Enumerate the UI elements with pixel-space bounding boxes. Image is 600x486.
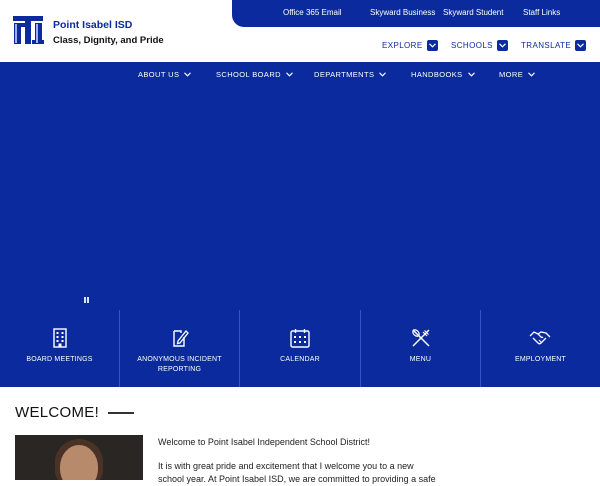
util-link-staff-links[interactable]: Staff Links xyxy=(523,8,560,17)
utility-bar: Office 365 Email Skyward Business Skywar… xyxy=(232,0,600,27)
nav-more[interactable]: MORE xyxy=(499,70,535,79)
district-name[interactable]: Point Isabel ISD xyxy=(53,19,132,31)
chevron-down-icon xyxy=(286,72,293,77)
handshake-icon xyxy=(529,331,551,345)
quick-link-board-meetings[interactable]: BOARD MEETINGS xyxy=(0,310,119,387)
translate-label: TRANSLATE xyxy=(521,40,572,50)
district-tagline: Class, Dignity, and Pride xyxy=(53,35,164,46)
utensils-icon xyxy=(412,329,430,347)
heading-divider xyxy=(108,412,134,414)
nav-school-board[interactable]: SCHOOL BOARD xyxy=(216,70,293,79)
nav-departments[interactable]: DEPARTMENTS xyxy=(314,70,387,79)
chevron-down-icon xyxy=(379,72,387,77)
chevron-down-icon xyxy=(575,39,587,51)
chevron-down-icon xyxy=(426,39,438,51)
quick-link-label: EMPLOYMENT xyxy=(514,356,566,363)
quick-link-label: MENU xyxy=(409,356,432,363)
chevron-down-icon xyxy=(184,72,192,77)
nav-handbooks[interactable]: HANDBOOKS xyxy=(411,70,475,79)
chevron-down-icon xyxy=(496,39,508,51)
util-link-skyward-business[interactable]: Skyward Business xyxy=(370,8,435,17)
quick-link-anonymous-reporting[interactable]: ANONYMOUS INCIDENT REPORTING xyxy=(120,310,239,387)
nav-about-us[interactable]: ABOUT US xyxy=(138,70,192,79)
schools-dropdown[interactable]: SCHOOLS xyxy=(451,39,508,51)
util-link-office365[interactable]: Office 365 Email xyxy=(283,8,342,17)
nav-departments-label: DEPARTMENTS xyxy=(314,70,375,79)
welcome-text-intro: Welcome to Point Isabel Independent Scho… xyxy=(158,437,370,447)
calendar-icon xyxy=(290,329,310,348)
nav-more-label: MORE xyxy=(499,70,524,79)
schools-label: SCHOOLS xyxy=(451,40,493,50)
nav-school-board-label: SCHOOL BOARD xyxy=(216,70,281,79)
quick-link-label: CALENDAR xyxy=(280,356,320,363)
welcome-text-line-1: It is with great pride and excitement th… xyxy=(158,461,414,471)
pause-icon-bar xyxy=(87,297,89,303)
edit-document-icon xyxy=(173,330,189,347)
explore-dropdown[interactable]: EXPLORE xyxy=(382,39,438,51)
quick-link-calendar[interactable]: CALENDAR xyxy=(240,310,360,387)
superintendent-photo xyxy=(15,435,143,480)
quick-link-employment[interactable]: EMPLOYMENT xyxy=(481,310,600,387)
util-link-skyward-student[interactable]: Skyward Student xyxy=(443,8,503,17)
translate-dropdown[interactable]: TRANSLATE xyxy=(521,39,587,51)
chevron-down-icon xyxy=(528,72,535,77)
building-icon xyxy=(53,328,67,348)
nav-handbooks-label: HANDBOOKS xyxy=(411,70,463,79)
quick-links-bar: BOARD MEETINGS ANONYMOUS INCIDENT REPORT… xyxy=(0,310,600,387)
nav-about-us-label: ABOUT US xyxy=(138,70,180,79)
quick-link-label: BOARD MEETINGS xyxy=(26,356,93,363)
slideshow-pause-button[interactable] xyxy=(84,297,90,303)
welcome-heading: WELCOME! xyxy=(15,404,100,421)
hero-banner xyxy=(0,88,600,310)
explore-label: EXPLORE xyxy=(382,40,423,50)
quick-link-menu[interactable]: MENU xyxy=(361,310,480,387)
site-header: Point Isabel ISD Class, Dignity, and Pri… xyxy=(0,0,600,62)
district-logo[interactable] xyxy=(12,14,44,46)
pause-icon xyxy=(84,297,86,303)
main-nav: ABOUT US SCHOOL BOARD DEPARTMENTS HANDBO… xyxy=(0,62,600,88)
chevron-down-icon xyxy=(467,72,475,77)
quick-link-label: ANONYMOUS INCIDENT REPORTING xyxy=(137,356,222,373)
